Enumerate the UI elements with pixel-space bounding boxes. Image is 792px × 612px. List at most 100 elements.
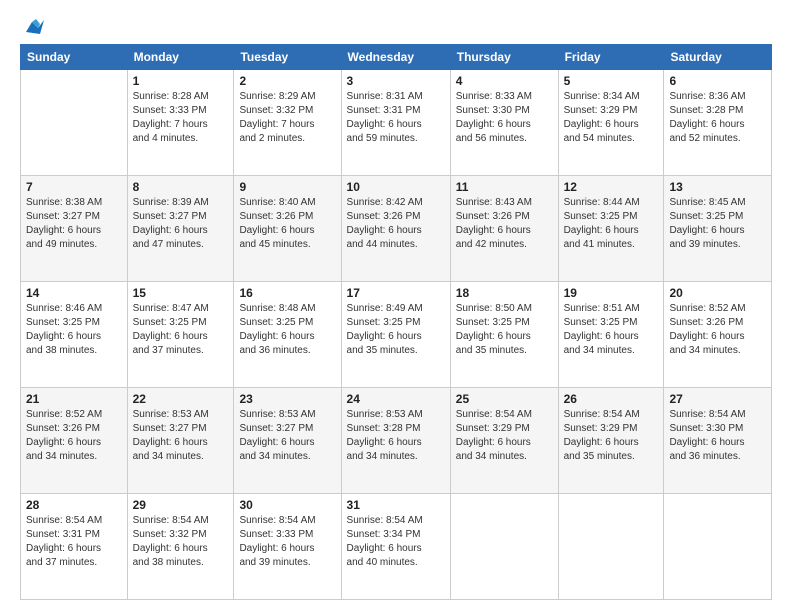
calendar-cell: 31 Sunrise: 8:54 AM Sunset: 3:34 PM Dayli… — [341, 494, 450, 600]
calendar-row: 21 Sunrise: 8:52 AM Sunset: 3:26 PM Dayli… — [21, 388, 772, 494]
calendar-cell: 22 Sunrise: 8:53 AM Sunset: 3:27 PM Dayli… — [127, 388, 234, 494]
day-number: 25 — [456, 392, 553, 406]
calendar-cell: 17Sunrise: 8:49 AM Sunset: 3:25 PM Dayli… — [341, 282, 450, 388]
calendar-header-row: SundayMondayTuesdayWednesdayThursdayFrid… — [21, 45, 772, 70]
day-info: Sunrise: 8:40 AM Sunset: 3:26 PM Dayligh… — [239, 196, 335, 252]
day-info: Sunrise: 8:54 AM Sunset: 3:29 PM Dayligh… — [564, 408, 659, 464]
day-info: Sunrise: 8:54 AM Sunset: 3:34 PM Dayligh… — [347, 514, 445, 570]
calendar-cell — [21, 70, 128, 176]
calendar-header-cell: Sunday — [21, 45, 128, 70]
calendar-cell: 23 Sunrise: 8:53 AM Sunset: 3:27 PM Dayli… — [234, 388, 341, 494]
day-info: Sunrise: 8:51 AM Sunset: 3:25 PM Dayligh… — [564, 302, 659, 358]
day-number: 1 — [133, 74, 229, 88]
calendar-cell: 13 Sunrise: 8:45 AM Sunset: 3:25 PM Dayli… — [664, 176, 772, 282]
calendar-row: 1 Sunrise: 8:28 AM Sunset: 3:33 PM Daylig… — [21, 70, 772, 176]
calendar-cell — [664, 494, 772, 600]
day-info: Sunrise: 8:48 AM Sunset: 3:25 PM Dayligh… — [239, 302, 335, 358]
calendar-cell: 19 Sunrise: 8:51 AM Sunset: 3:25 PM Dayli… — [558, 282, 664, 388]
day-info: Sunrise: 8:49 AM Sunset: 3:25 PM Dayligh… — [347, 302, 445, 358]
calendar-cell: 29 Sunrise: 8:54 AM Sunset: 3:32 PM Dayli… — [127, 494, 234, 600]
day-info: Sunrise: 8:46 AM Sunset: 3:25 PM Dayligh… — [26, 302, 122, 358]
day-info: Sunrise: 8:34 AM Sunset: 3:29 PM Dayligh… — [564, 90, 659, 146]
day-info: Sunrise: 8:29 AM Sunset: 3:32 PM Dayligh… — [239, 90, 335, 146]
day-number: 20 — [669, 286, 766, 300]
day-number: 29 — [133, 498, 229, 512]
calendar-header-cell: Monday — [127, 45, 234, 70]
calendar-cell: 6 Sunrise: 8:36 AM Sunset: 3:28 PM Daylig… — [664, 70, 772, 176]
page: SundayMondayTuesdayWednesdayThursdayFrid… — [0, 0, 792, 612]
day-info: Sunrise: 8:52 AM Sunset: 3:26 PM Dayligh… — [26, 408, 122, 464]
logo — [20, 18, 44, 36]
day-number: 19 — [564, 286, 659, 300]
calendar-body: 1 Sunrise: 8:28 AM Sunset: 3:33 PM Daylig… — [21, 70, 772, 600]
calendar-header-cell: Saturday — [664, 45, 772, 70]
calendar-cell: 16 Sunrise: 8:48 AM Sunset: 3:25 PM Dayli… — [234, 282, 341, 388]
calendar-header-cell: Tuesday — [234, 45, 341, 70]
day-info: Sunrise: 8:36 AM Sunset: 3:28 PM Dayligh… — [669, 90, 766, 146]
calendar-cell: 3 Sunrise: 8:31 AM Sunset: 3:31 PM Daylig… — [341, 70, 450, 176]
day-number: 6 — [669, 74, 766, 88]
calendar-cell: 21 Sunrise: 8:52 AM Sunset: 3:26 PM Dayli… — [21, 388, 128, 494]
day-info: Sunrise: 8:47 AM Sunset: 3:25 PM Dayligh… — [133, 302, 229, 358]
day-number: 21 — [26, 392, 122, 406]
calendar-cell: 2 Sunrise: 8:29 AM Sunset: 3:32 PM Daylig… — [234, 70, 341, 176]
calendar-row: 7 Sunrise: 8:38 AM Sunset: 3:27 PM Daylig… — [21, 176, 772, 282]
day-number: 13 — [669, 180, 766, 194]
calendar-cell: 5 Sunrise: 8:34 AM Sunset: 3:29 PM Daylig… — [558, 70, 664, 176]
day-number: 5 — [564, 74, 659, 88]
day-number: 22 — [133, 392, 229, 406]
calendar-header-cell: Thursday — [450, 45, 558, 70]
day-info: Sunrise: 8:53 AM Sunset: 3:27 PM Dayligh… — [239, 408, 335, 464]
day-number: 24 — [347, 392, 445, 406]
day-number: 31 — [347, 498, 445, 512]
day-number: 15 — [133, 286, 229, 300]
logo-bird-icon — [22, 18, 44, 36]
header — [20, 18, 772, 36]
day-number: 8 — [133, 180, 229, 194]
calendar-header-cell: Friday — [558, 45, 664, 70]
day-info: Sunrise: 8:50 AM Sunset: 3:25 PM Dayligh… — [456, 302, 553, 358]
calendar-cell: 7 Sunrise: 8:38 AM Sunset: 3:27 PM Daylig… — [21, 176, 128, 282]
day-number: 10 — [347, 180, 445, 194]
calendar-cell: 12 Sunrise: 8:44 AM Sunset: 3:25 PM Dayli… — [558, 176, 664, 282]
calendar-row: 14Sunrise: 8:46 AM Sunset: 3:25 PM Dayli… — [21, 282, 772, 388]
calendar-cell: 24Sunrise: 8:53 AM Sunset: 3:28 PM Dayli… — [341, 388, 450, 494]
calendar-cell: 10Sunrise: 8:42 AM Sunset: 3:26 PM Dayli… — [341, 176, 450, 282]
day-info: Sunrise: 8:28 AM Sunset: 3:33 PM Dayligh… — [133, 90, 229, 146]
day-info: Sunrise: 8:54 AM Sunset: 3:32 PM Dayligh… — [133, 514, 229, 570]
calendar-cell: 4Sunrise: 8:33 AM Sunset: 3:30 PM Daylig… — [450, 70, 558, 176]
day-number: 26 — [564, 392, 659, 406]
calendar-row: 28Sunrise: 8:54 AM Sunset: 3:31 PM Dayli… — [21, 494, 772, 600]
day-info: Sunrise: 8:54 AM Sunset: 3:29 PM Dayligh… — [456, 408, 553, 464]
calendar-cell: 30Sunrise: 8:54 AM Sunset: 3:33 PM Dayli… — [234, 494, 341, 600]
day-info: Sunrise: 8:54 AM Sunset: 3:33 PM Dayligh… — [239, 514, 335, 570]
calendar-cell: 14Sunrise: 8:46 AM Sunset: 3:25 PM Dayli… — [21, 282, 128, 388]
day-info: Sunrise: 8:54 AM Sunset: 3:31 PM Dayligh… — [26, 514, 122, 570]
day-number: 9 — [239, 180, 335, 194]
day-number: 7 — [26, 180, 122, 194]
calendar-cell: 26 Sunrise: 8:54 AM Sunset: 3:29 PM Dayli… — [558, 388, 664, 494]
day-number: 2 — [239, 74, 335, 88]
day-info: Sunrise: 8:53 AM Sunset: 3:27 PM Dayligh… — [133, 408, 229, 464]
day-number: 12 — [564, 180, 659, 194]
calendar-cell: 27Sunrise: 8:54 AM Sunset: 3:30 PM Dayli… — [664, 388, 772, 494]
day-info: Sunrise: 8:45 AM Sunset: 3:25 PM Dayligh… — [669, 196, 766, 252]
day-number: 3 — [347, 74, 445, 88]
calendar-cell: 1 Sunrise: 8:28 AM Sunset: 3:33 PM Daylig… — [127, 70, 234, 176]
day-info: Sunrise: 8:31 AM Sunset: 3:31 PM Dayligh… — [347, 90, 445, 146]
day-number: 18 — [456, 286, 553, 300]
calendar-header-cell: Wednesday — [341, 45, 450, 70]
day-info: Sunrise: 8:44 AM Sunset: 3:25 PM Dayligh… — [564, 196, 659, 252]
day-info: Sunrise: 8:43 AM Sunset: 3:26 PM Dayligh… — [456, 196, 553, 252]
calendar-cell: 25 Sunrise: 8:54 AM Sunset: 3:29 PM Dayli… — [450, 388, 558, 494]
calendar-cell: 18 Sunrise: 8:50 AM Sunset: 3:25 PM Dayli… — [450, 282, 558, 388]
day-info: Sunrise: 8:52 AM Sunset: 3:26 PM Dayligh… — [669, 302, 766, 358]
calendar-cell: 9 Sunrise: 8:40 AM Sunset: 3:26 PM Daylig… — [234, 176, 341, 282]
day-number: 23 — [239, 392, 335, 406]
day-info: Sunrise: 8:38 AM Sunset: 3:27 PM Dayligh… — [26, 196, 122, 252]
calendar-cell: 28Sunrise: 8:54 AM Sunset: 3:31 PM Dayli… — [21, 494, 128, 600]
calendar-cell: 8Sunrise: 8:39 AM Sunset: 3:27 PM Daylig… — [127, 176, 234, 282]
calendar-cell: 20 Sunrise: 8:52 AM Sunset: 3:26 PM Dayli… — [664, 282, 772, 388]
day-number: 16 — [239, 286, 335, 300]
day-number: 4 — [456, 74, 553, 88]
